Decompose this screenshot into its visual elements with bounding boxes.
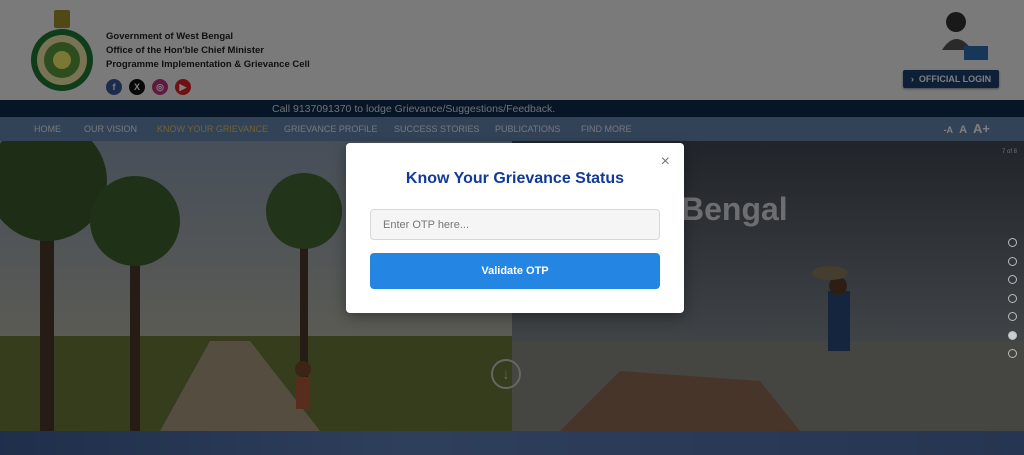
slider-dot-active[interactable] xyxy=(1008,330,1017,340)
slider-dot[interactable] xyxy=(1008,293,1017,303)
validate-otp-button[interactable]: Validate OTP xyxy=(370,253,660,289)
modal-title: Know Your Grievance Status xyxy=(405,170,625,187)
slider-dot[interactable] xyxy=(1008,312,1017,321)
close-icon[interactable]: × xyxy=(661,153,670,171)
otp-input[interactable] xyxy=(370,209,660,240)
slider-dot[interactable] xyxy=(1008,349,1017,358)
grievance-status-modal: × Know Your Grievance Status Validate OT… xyxy=(346,143,684,313)
slider-dot[interactable] xyxy=(1008,275,1017,284)
slider-dot[interactable] xyxy=(1008,256,1017,266)
slider-dot[interactable] xyxy=(1008,238,1017,247)
slider-pagination xyxy=(1008,238,1017,358)
